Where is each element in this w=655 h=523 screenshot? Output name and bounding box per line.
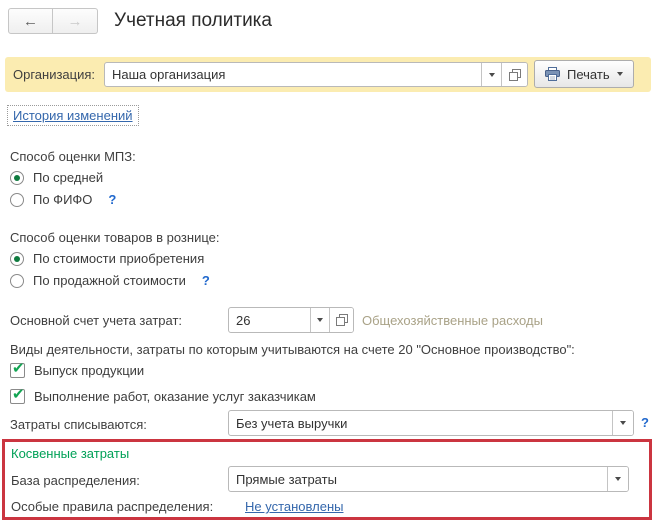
writeoff-dropdown-button[interactable]	[612, 411, 633, 435]
back-button[interactable]: ←	[8, 8, 53, 34]
distribution-base-value[interactable]: Прямые затраты	[229, 467, 607, 491]
radio-option-po-sredney[interactable]: По средней	[10, 170, 103, 185]
help-icon[interactable]: ?	[641, 415, 649, 430]
writeoff-field[interactable]: Без учета выручки	[228, 410, 634, 436]
checkbox-label: Выпуск продукции	[34, 363, 144, 378]
back-arrow-icon: ←	[23, 13, 38, 30]
indirect-costs-title: Косвенные затраты	[11, 446, 129, 461]
mpz-group-label: Способ оценки МПЗ:	[10, 149, 136, 164]
radio-label: По стоимости приобретения	[33, 251, 204, 266]
open-link-icon	[336, 314, 348, 326]
distribution-base-field[interactable]: Прямые затраты	[228, 466, 629, 492]
checkbox-icon[interactable]: ✔	[10, 389, 25, 404]
organization-dropdown-button[interactable]	[481, 63, 501, 86]
main-account-value[interactable]: 26	[229, 308, 310, 332]
chevron-down-icon	[615, 477, 621, 481]
checkbox-option-vypolnenie[interactable]: ✔ Выполнение работ, оказание услуг заказ…	[10, 389, 316, 404]
activities-label: Виды деятельности, затраты по которым уч…	[10, 342, 575, 357]
print-button-label: Печать	[567, 67, 610, 82]
radio-label: По продажной стоимости	[33, 273, 186, 288]
radio-icon[interactable]	[10, 274, 24, 288]
checkmark-icon: ✔	[12, 359, 25, 377]
organization-field[interactable]: Наша организация	[104, 62, 528, 87]
radio-label: По средней	[33, 170, 103, 185]
print-button[interactable]: Печать	[534, 60, 634, 88]
help-icon[interactable]: ?	[202, 273, 210, 288]
checkmark-icon: ✔	[12, 385, 25, 403]
checkbox-option-vypusk[interactable]: ✔ Выпуск продукции	[10, 363, 144, 378]
forward-button[interactable]: →	[53, 8, 98, 34]
special-rules-link[interactable]: Не установлены	[245, 499, 343, 514]
organization-value[interactable]: Наша организация	[105, 63, 481, 86]
accounting-policy-window: ← → Учетная политика Организация: Наша о…	[0, 0, 655, 523]
retail-group-label: Способ оценки товаров в рознице:	[10, 230, 219, 245]
main-account-field[interactable]: 26	[228, 307, 354, 333]
distribution-base-dropdown-button[interactable]	[607, 467, 628, 491]
chevron-down-icon	[489, 73, 495, 77]
writeoff-value[interactable]: Без учета выручки	[229, 411, 612, 435]
organization-open-button[interactable]	[501, 63, 527, 86]
history-link[interactable]: История изменений	[7, 105, 139, 126]
radio-option-po-prodazhnoy[interactable]: По продажной стоимости ?	[10, 273, 210, 288]
open-link-icon	[509, 69, 521, 81]
forward-arrow-icon: →	[68, 13, 83, 30]
help-icon[interactable]: ?	[108, 192, 116, 207]
main-account-dropdown-button[interactable]	[310, 308, 329, 332]
radio-label: По ФИФО	[33, 192, 92, 207]
radio-option-po-stoimosti[interactable]: По стоимости приобретения	[10, 251, 204, 266]
print-caret-icon	[617, 72, 623, 76]
main-account-label: Основной счет учета затрат:	[10, 313, 182, 328]
page-title: Учетная политика	[114, 10, 272, 32]
writeoff-label: Затраты списываются:	[10, 417, 147, 432]
distribution-base-label: База распределения:	[11, 473, 140, 488]
main-account-open-button[interactable]	[329, 308, 353, 332]
radio-icon[interactable]	[10, 171, 24, 185]
organization-label: Организация:	[13, 67, 95, 82]
command-bar: Организация: Наша организация Печать	[5, 57, 651, 92]
main-account-comment: Общехозяйственные расходы	[362, 313, 543, 328]
checkbox-icon[interactable]: ✔	[10, 363, 25, 378]
checkbox-label: Выполнение работ, оказание услуг заказчи…	[34, 389, 316, 404]
printer-icon	[545, 67, 560, 81]
special-rules-label: Особые правила распределения:	[11, 499, 213, 514]
radio-icon[interactable]	[10, 252, 24, 266]
nav-history-group: ← →	[8, 8, 98, 34]
radio-icon[interactable]	[10, 193, 24, 207]
chevron-down-icon	[620, 421, 626, 425]
radio-option-po-fifo[interactable]: По ФИФО ?	[10, 192, 116, 207]
chevron-down-icon	[317, 318, 323, 322]
